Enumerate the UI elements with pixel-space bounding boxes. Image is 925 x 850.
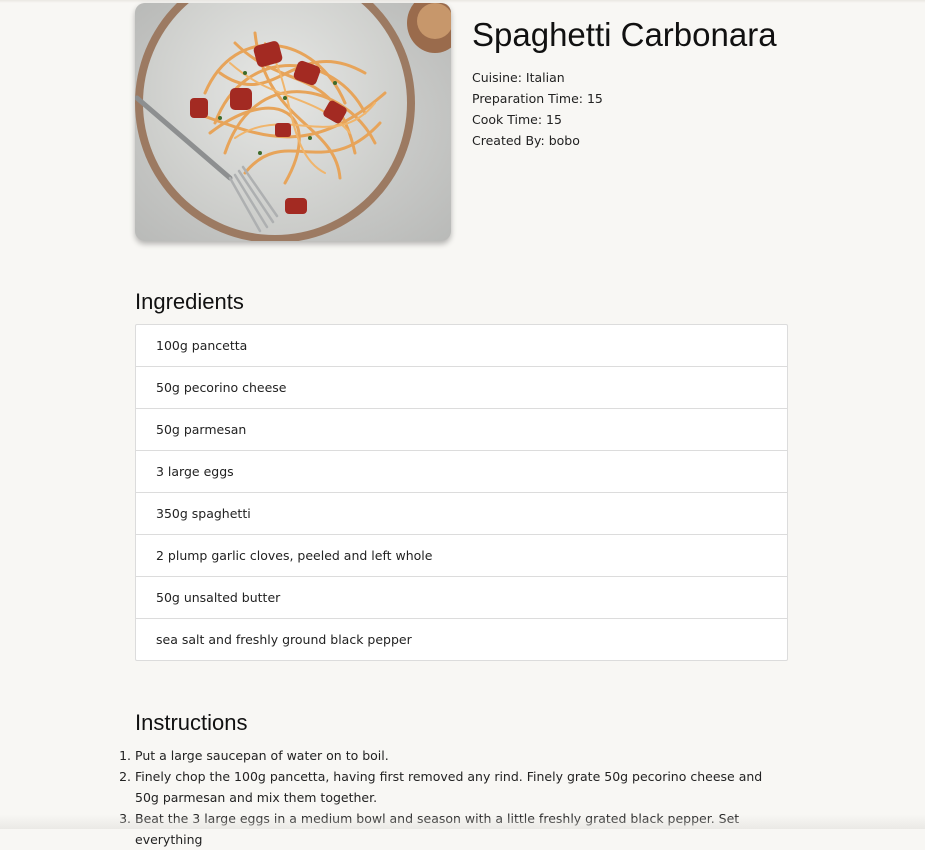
recipe-meta: Cuisine: Italian Preparation Time: 15 Co… [472, 67, 777, 151]
ingredient-item: 50g parmesan [136, 408, 787, 450]
instruction-step: Beat the 3 large eggs in a medium bowl a… [119, 808, 740, 847]
instructions-list: Put a large saucepan of water on to boil… [119, 745, 785, 850]
ingredient-item: 50g unsalted butter [136, 576, 787, 618]
recipe-header: Spaghetti Carbonara Cuisine: Italian Pre… [135, 3, 795, 241]
ingredient-item: 100g pancetta [156, 338, 248, 353]
ingredients-list: 100g pancetta 50g pecorino cheese 50g pa… [135, 324, 788, 661]
instruction-step: Finely chop the 100g pancetta, having fi… [119, 766, 763, 805]
ingredient-item: 3 large eggs [136, 450, 787, 492]
preparation-time-text: Preparation Time: 15 [472, 91, 603, 106]
cuisine-text: Cuisine: Italian [472, 70, 565, 85]
recipe-photo [135, 3, 451, 241]
instruction-step: Put a large saucepan of water on to boil… [119, 745, 389, 766]
created-by-text: Created By: bobo [472, 133, 580, 148]
ingredients-heading: Ingredients [135, 289, 244, 314]
recipe-title: Spaghetti Carbonara [472, 16, 777, 53]
cook-time-text: Cook Time: 15 [472, 112, 562, 127]
ingredient-item: 2 plump garlic cloves, peeled and left w… [136, 534, 787, 576]
recipe-info: Spaghetti Carbonara Cuisine: Italian Pre… [472, 3, 777, 151]
ingredient-item: sea salt and freshly ground black pepper [136, 618, 787, 660]
ingredient-item: 50g pecorino cheese [136, 366, 787, 408]
ingredient-item: 350g spaghetti [136, 492, 787, 534]
instructions-heading: Instructions [135, 710, 248, 735]
